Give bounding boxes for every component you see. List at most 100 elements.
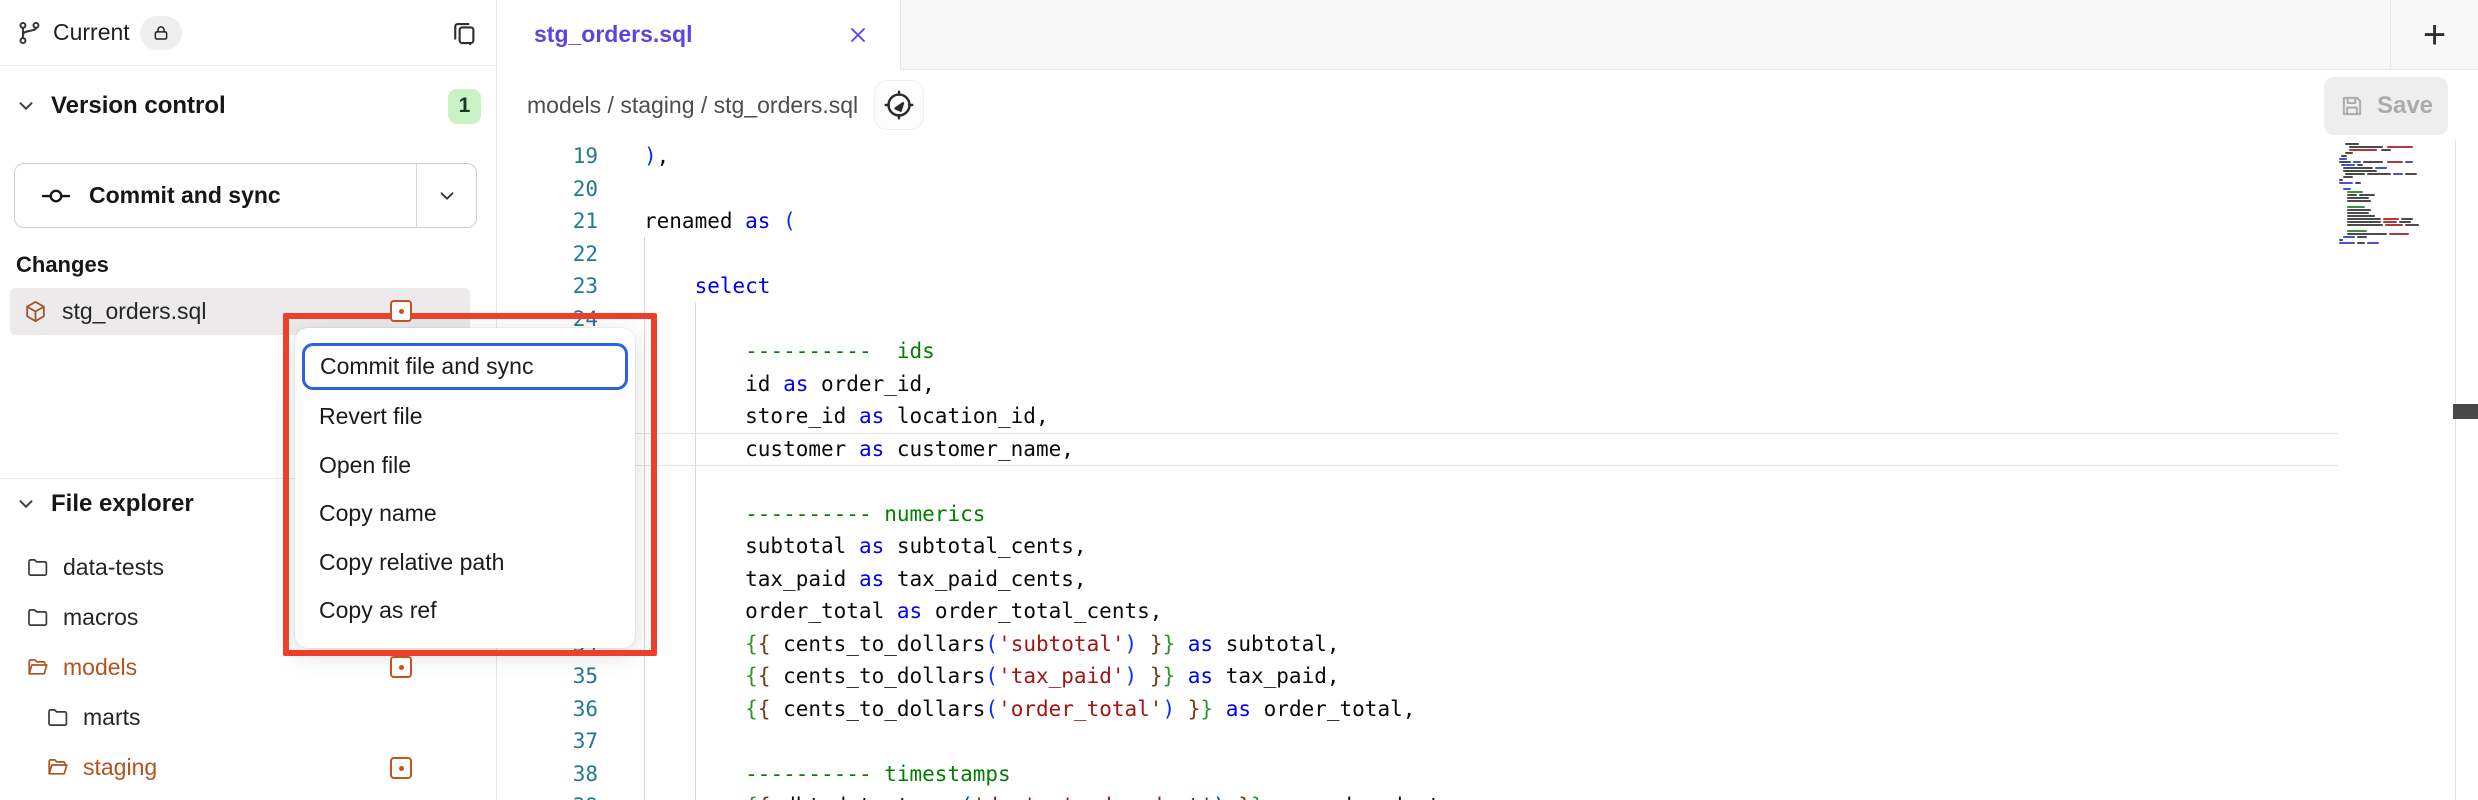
line-number: 23	[498, 270, 598, 303]
code-line-38[interactable]: 38 ---------- timestamps	[498, 758, 2478, 791]
code-line-21[interactable]: 21 renamed as (	[498, 205, 2478, 238]
code-line-30[interactable]: 30 ---------- numerics	[498, 498, 2478, 531]
code-line-32[interactable]: 32 tax_paid as tax_paid_cents,	[498, 563, 2478, 596]
scrollbar-thumb[interactable]	[2453, 404, 2478, 419]
sidebar-item-models[interactable]: models	[0, 642, 496, 692]
code-lines: 19),2021 renamed as (2223 select2425 ----…	[498, 140, 2478, 800]
line-content: ---------- timestamps	[644, 758, 1011, 791]
line-number: 21	[498, 205, 598, 238]
save-label: Save	[2377, 92, 2433, 120]
chevron-down-icon	[15, 95, 37, 117]
folder-name: staging	[83, 754, 157, 781]
menu-item-revert-file[interactable]: Revert file	[295, 392, 635, 441]
line-content: renamed as (	[644, 205, 796, 238]
line-content: ),	[644, 140, 669, 173]
commit-and-sync-label: Commit and sync	[89, 182, 281, 209]
compass-icon	[882, 88, 916, 122]
line-content: {{ dbt.date_trunc('day', 'ordered_at') }…	[644, 790, 1441, 800]
lock-icon	[152, 24, 170, 42]
copy-icon[interactable]	[449, 18, 479, 48]
git-branch-icon	[17, 20, 43, 46]
chevron-down-icon	[15, 493, 37, 515]
changes-section-title: Changes	[16, 252, 109, 278]
modified-folder-badge-models	[390, 656, 412, 678]
breadcrumb-bar: models / staging / stg_orders.sql Save	[498, 70, 2478, 140]
code-line-28[interactable]: 28 customer as customer_name,	[498, 433, 2478, 466]
line-content: ---------- numerics	[644, 498, 985, 531]
minimap[interactable]	[2339, 143, 2449, 253]
code-line-31[interactable]: 31 subtotal as subtotal_cents,	[498, 530, 2478, 563]
current-branch-label: Current	[53, 19, 130, 46]
editor-pane: stg_orders.sql + models / staging / stg_…	[498, 0, 2478, 800]
branch-lock-badge	[140, 16, 182, 50]
code-line-25[interactable]: 25 ---------- ids	[498, 335, 2478, 368]
editor-right-border	[2455, 140, 2456, 800]
line-content: select	[644, 270, 770, 303]
code-line-27[interactable]: 27 store_id as location_id,	[498, 400, 2478, 433]
line-content: ---------- ids	[644, 335, 935, 368]
file-context-menu: Commit file and syncRevert fileOpen file…	[295, 328, 635, 648]
git-commit-icon	[41, 181, 71, 211]
folder-icon	[26, 605, 50, 629]
tab-stg-orders[interactable]: stg_orders.sql	[498, 0, 901, 70]
changes-count-badge: 1	[448, 89, 481, 124]
line-content: subtotal as subtotal_cents,	[644, 530, 1087, 563]
folder-name: macros	[63, 604, 138, 631]
save-button[interactable]: Save	[2324, 77, 2448, 135]
model-cube-icon	[23, 299, 48, 324]
code-line-22[interactable]: 22	[498, 238, 2478, 271]
commit-and-sync-split-button: Commit and sync	[14, 163, 477, 228]
folder-icon	[26, 555, 50, 579]
commit-options-dropdown[interactable]	[416, 164, 476, 227]
line-content: {{ cents_to_dollars('tax_paid') }} as ta…	[644, 660, 1340, 693]
line-content: store_id as location_id,	[644, 400, 1049, 433]
app-window: Current Version control 1	[0, 0, 2478, 800]
code-line-36[interactable]: 36 {{ cents_to_dollars('order_total') }}…	[498, 693, 2478, 726]
line-number: 38	[498, 758, 598, 791]
modified-file-badge	[390, 300, 412, 322]
code-line-23[interactable]: 23 select	[498, 270, 2478, 303]
folder-name: marts	[83, 704, 141, 731]
line-content: tax_paid as tax_paid_cents,	[644, 563, 1087, 596]
code-line-19[interactable]: 19),	[498, 140, 2478, 173]
line-content: customer as customer_name,	[644, 433, 1074, 466]
menu-item-copy-name[interactable]: Copy name	[295, 489, 635, 538]
lineage-compass-button[interactable]	[874, 80, 924, 130]
code-line-39[interactable]: 39 {{ dbt.date_trunc('day', 'ordered_at'…	[498, 790, 2478, 800]
commit-and-sync-button[interactable]: Commit and sync	[15, 164, 416, 227]
branch-bar: Current	[0, 0, 496, 66]
line-content: order_total as order_total_cents,	[644, 595, 1162, 628]
folder-name: data-tests	[63, 554, 164, 581]
line-number: 20	[498, 173, 598, 206]
line-content: {{ cents_to_dollars('order_total') }} as…	[644, 693, 1415, 726]
sidebar-item-marts[interactable]: marts	[0, 692, 496, 742]
code-line-29[interactable]: 29	[498, 465, 2478, 498]
plus-icon: +	[2423, 15, 2446, 55]
code-editor[interactable]: 19),2021 renamed as (2223 select2425 ----…	[498, 140, 2478, 800]
code-line-24[interactable]: 24	[498, 303, 2478, 336]
folder-open-icon	[26, 655, 50, 679]
code-line-37[interactable]: 37	[498, 725, 2478, 758]
modified-folder-badge-staging	[390, 757, 412, 779]
code-line-33[interactable]: 33 order_total as order_total_cents,	[498, 595, 2478, 628]
sidebar-item-staging[interactable]: staging	[0, 742, 496, 792]
line-number: 39	[498, 790, 598, 800]
version-control-title: Version control	[51, 92, 226, 120]
code-line-34[interactable]: 34 {{ cents_to_dollars('subtotal') }} as…	[498, 628, 2478, 661]
menu-item-commit-file-and-sync[interactable]: Commit file and sync	[302, 343, 628, 390]
folder-name: models	[63, 654, 137, 681]
version-control-header[interactable]: Version control 1	[0, 84, 496, 128]
menu-item-copy-as-ref[interactable]: Copy as ref	[295, 586, 635, 635]
menu-item-copy-relative-path[interactable]: Copy relative path	[295, 538, 635, 587]
new-tab-button[interactable]: +	[2390, 0, 2478, 70]
save-floppy-icon	[2339, 93, 2365, 119]
changed-file-name: stg_orders.sql	[62, 298, 206, 325]
tab-label: stg_orders.sql	[534, 21, 693, 48]
line-number: 35	[498, 660, 598, 693]
code-line-26[interactable]: 26 id as order_id,	[498, 368, 2478, 401]
menu-item-open-file[interactable]: Open file	[295, 441, 635, 490]
close-tab-icon[interactable]	[846, 23, 870, 47]
code-line-35[interactable]: 35 {{ cents_to_dollars('tax_paid') }} as…	[498, 660, 2478, 693]
tab-bar: stg_orders.sql +	[498, 0, 2478, 70]
code-line-20[interactable]: 20	[498, 173, 2478, 206]
